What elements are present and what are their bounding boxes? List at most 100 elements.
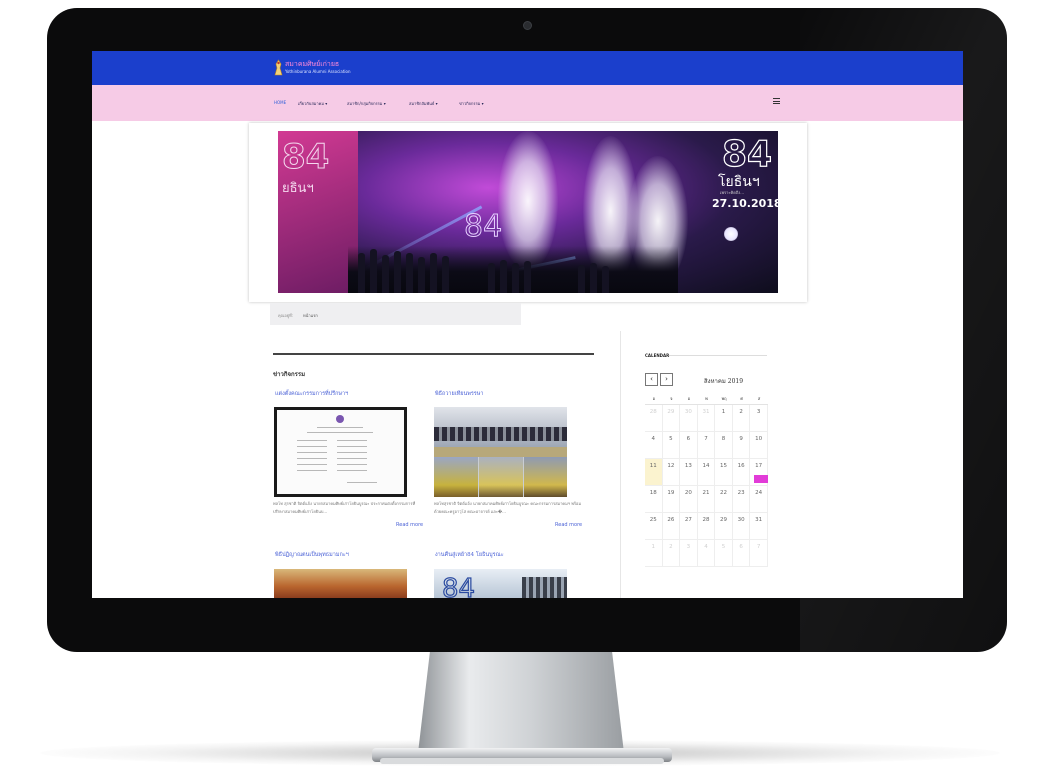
calendar-day[interactable]: 20 — [680, 486, 698, 513]
calendar-day[interactable]: 3 — [680, 540, 698, 567]
calendar-week: 18 19 20 21 22 23 24 — [645, 486, 768, 513]
calendar-prev-button[interactable]: ‹ — [645, 373, 658, 386]
calendar-grid: อ จ อ พ พฤ ศ ส 28 29 30 31 1 2 3 4 5 6 7… — [645, 393, 769, 567]
calendar-event-marker[interactable] — [754, 475, 769, 483]
calendar-day[interactable]: 9 — [732, 432, 751, 459]
calendar-day-names: อ จ อ พ พฤ ศ ส — [645, 393, 768, 405]
calendar-day[interactable]: 7 — [697, 432, 716, 459]
calendar-day[interactable]: 1 — [715, 405, 733, 432]
calendar-week: 4 5 6 7 8 9 10 — [645, 432, 768, 459]
calendar-day-name: พ — [697, 393, 716, 405]
calendar-day[interactable]: 13 — [680, 459, 698, 486]
calendar-day[interactable]: 6 — [732, 540, 751, 567]
calendar-day-today[interactable]: 11 — [645, 459, 663, 486]
calendar-day[interactable]: 21 — [697, 486, 716, 513]
calendar-day[interactable]: 3 — [750, 405, 768, 432]
calendar-day[interactable]: 5 — [715, 540, 733, 567]
calendar-day-name: อ — [680, 393, 698, 405]
nav-item-home[interactable]: HOME — [274, 100, 286, 105]
event-84-logo-icon: 84 — [441, 573, 475, 598]
calendar-day[interactable]: 24 — [750, 486, 768, 513]
calendar-day[interactable]: 26 — [662, 513, 681, 540]
photo-divider — [434, 447, 567, 457]
desktop-monitor-mockup: สมาคมศิษย์เก่ายธ Yothinburana Alumni Ass… — [0, 0, 1041, 777]
post-title-link[interactable]: แต่งตั้งคณะกรรมการที่ปรึกษาฯ — [275, 390, 348, 398]
site-header: สมาคมศิษย์เก่ายธ Yothinburana Alumni Ass… — [92, 51, 963, 85]
spotlight — [724, 227, 738, 241]
post-thumbnail[interactable] — [274, 407, 407, 497]
calendar-day[interactable]: 30 — [732, 513, 751, 540]
calendar-day[interactable]: 23 — [732, 486, 751, 513]
calendar-day[interactable]: 7 — [750, 540, 768, 567]
calendar-day[interactable]: 2 — [662, 540, 681, 567]
read-more-link[interactable]: Read more — [396, 522, 423, 528]
post-title-link[interactable]: พิธีถวายเทียนพรรษา — [435, 390, 483, 398]
svg-text:84: 84 — [442, 574, 475, 598]
nav-item-members[interactable]: สมาชิก/กลุ่มกิจกรรม ▾ — [347, 100, 386, 107]
breadcrumb-current: หน้าแรก — [303, 313, 318, 318]
calendar-day[interactable]: 14 — [697, 459, 716, 486]
post-thumbnail[interactable]: 84 — [434, 569, 567, 598]
post-thumbnail[interactable] — [434, 407, 567, 497]
calendar-day[interactable]: 27 — [680, 513, 698, 540]
read-more-link[interactable]: Read more — [555, 522, 582, 528]
calendar-day[interactable]: 8 — [715, 432, 733, 459]
calendar-week: 25 26 27 28 29 30 31 — [645, 513, 768, 540]
calendar-day[interactable]: 19 — [662, 486, 681, 513]
nav-item-news[interactable]: ข่าวกิจกรรม ▾ — [459, 100, 484, 107]
calendar-day[interactable]: 25 — [645, 513, 663, 540]
breadcrumb-label: คุณอยู่ที่: — [278, 313, 294, 318]
calendar-day[interactable]: 10 — [750, 432, 768, 459]
crowd-photo — [522, 577, 567, 598]
calendar-day[interactable]: 22 — [715, 486, 733, 513]
post-thumbnail[interactable] — [274, 569, 407, 598]
calendar-next-button[interactable]: › — [660, 373, 673, 386]
calendar-day-event[interactable]: 17 — [750, 459, 769, 486]
sidebar-divider — [620, 331, 621, 598]
calendar-day[interactable]: 4 — [645, 432, 663, 459]
crowd-silhouette — [348, 246, 678, 293]
banner-center-mark: 84 — [463, 209, 503, 245]
calendar-day[interactable]: 31 — [750, 513, 768, 540]
calendar-day[interactable]: 1 — [645, 540, 663, 567]
post-excerpt: พลโท สุรชาติ จิตต์แจ้ง นายกสมาคมศิษย์เก่… — [273, 501, 416, 514]
calendar-day[interactable]: 28 — [645, 405, 663, 432]
nav-item-relations[interactable]: สมาชิกสัมพันธ์ ▾ — [409, 100, 438, 107]
nav-item-about[interactable]: เกี่ยวกับสมาคม ▾ — [298, 100, 327, 107]
document-image — [277, 410, 404, 494]
monitor-stand-foot — [380, 758, 664, 764]
calendar-week: 28 29 30 31 1 2 3 — [645, 405, 768, 432]
post-title-link[interactable]: พิธีปฏิญาณตนเป็นพุทธมามกะฯ — [275, 551, 349, 559]
calendar-heading: CALENDAR — [645, 353, 670, 358]
logo-subtitle: Yothinburana Alumni Association — [285, 69, 351, 74]
event-banner[interactable]: 84 ยธินฯ 84 84 โยธินฯ เพราะคิดถึง... 27.… — [278, 131, 778, 293]
calendar-day[interactable]: 30 — [680, 405, 698, 432]
calendar-day[interactable]: 6 — [680, 432, 698, 459]
main-navigation: HOME เกี่ยวกับสมาคม ▾ สมาชิก/กลุ่มกิจกรร… — [92, 85, 963, 121]
post-title-link[interactable]: งานคืนสู่เหย้า84 โยธินบูรณะ — [435, 551, 504, 559]
ceremony-photo — [434, 457, 478, 497]
calendar-day[interactable]: 4 — [697, 540, 716, 567]
calendar-day[interactable]: 28 — [697, 513, 716, 540]
calendar-day[interactable]: 2 — [732, 405, 751, 432]
calendar-day[interactable]: 29 — [662, 405, 681, 432]
hamburger-icon[interactable] — [773, 98, 780, 104]
site-logo[interactable]: สมาคมศิษย์เก่ายธ Yothinburana Alumni Ass… — [274, 58, 364, 80]
calendar-day-name: ส — [750, 393, 768, 405]
post-excerpt: พลโทสุรชาติ จิตต์แจ้ง นายกสมาคมศิษย์เก่า… — [434, 501, 582, 514]
calendar-day[interactable]: 18 — [645, 486, 663, 513]
ceremony-photo — [479, 457, 523, 497]
calendar-day[interactable]: 12 — [662, 459, 681, 486]
calendar-day-name: จ — [662, 393, 681, 405]
banner-date: 27.10.2018 — [712, 197, 778, 210]
calendar-day-name: พฤ — [715, 393, 733, 405]
calendar-day[interactable]: 29 — [715, 513, 733, 540]
calendar-day[interactable]: 31 — [697, 405, 716, 432]
breadcrumb: คุณอยู่ที่: หน้าแรก — [270, 303, 521, 325]
section-title: ข่าวกิจกรรม — [273, 371, 306, 378]
calendar-day[interactable]: 16 — [732, 459, 751, 486]
calendar-day[interactable]: 15 — [715, 459, 733, 486]
calendar-day[interactable]: 5 — [662, 432, 681, 459]
website-screen: สมาคมศิษย์เก่ายธ Yothinburana Alumni Ass… — [92, 51, 963, 598]
calendar-heading-rule — [669, 355, 767, 356]
